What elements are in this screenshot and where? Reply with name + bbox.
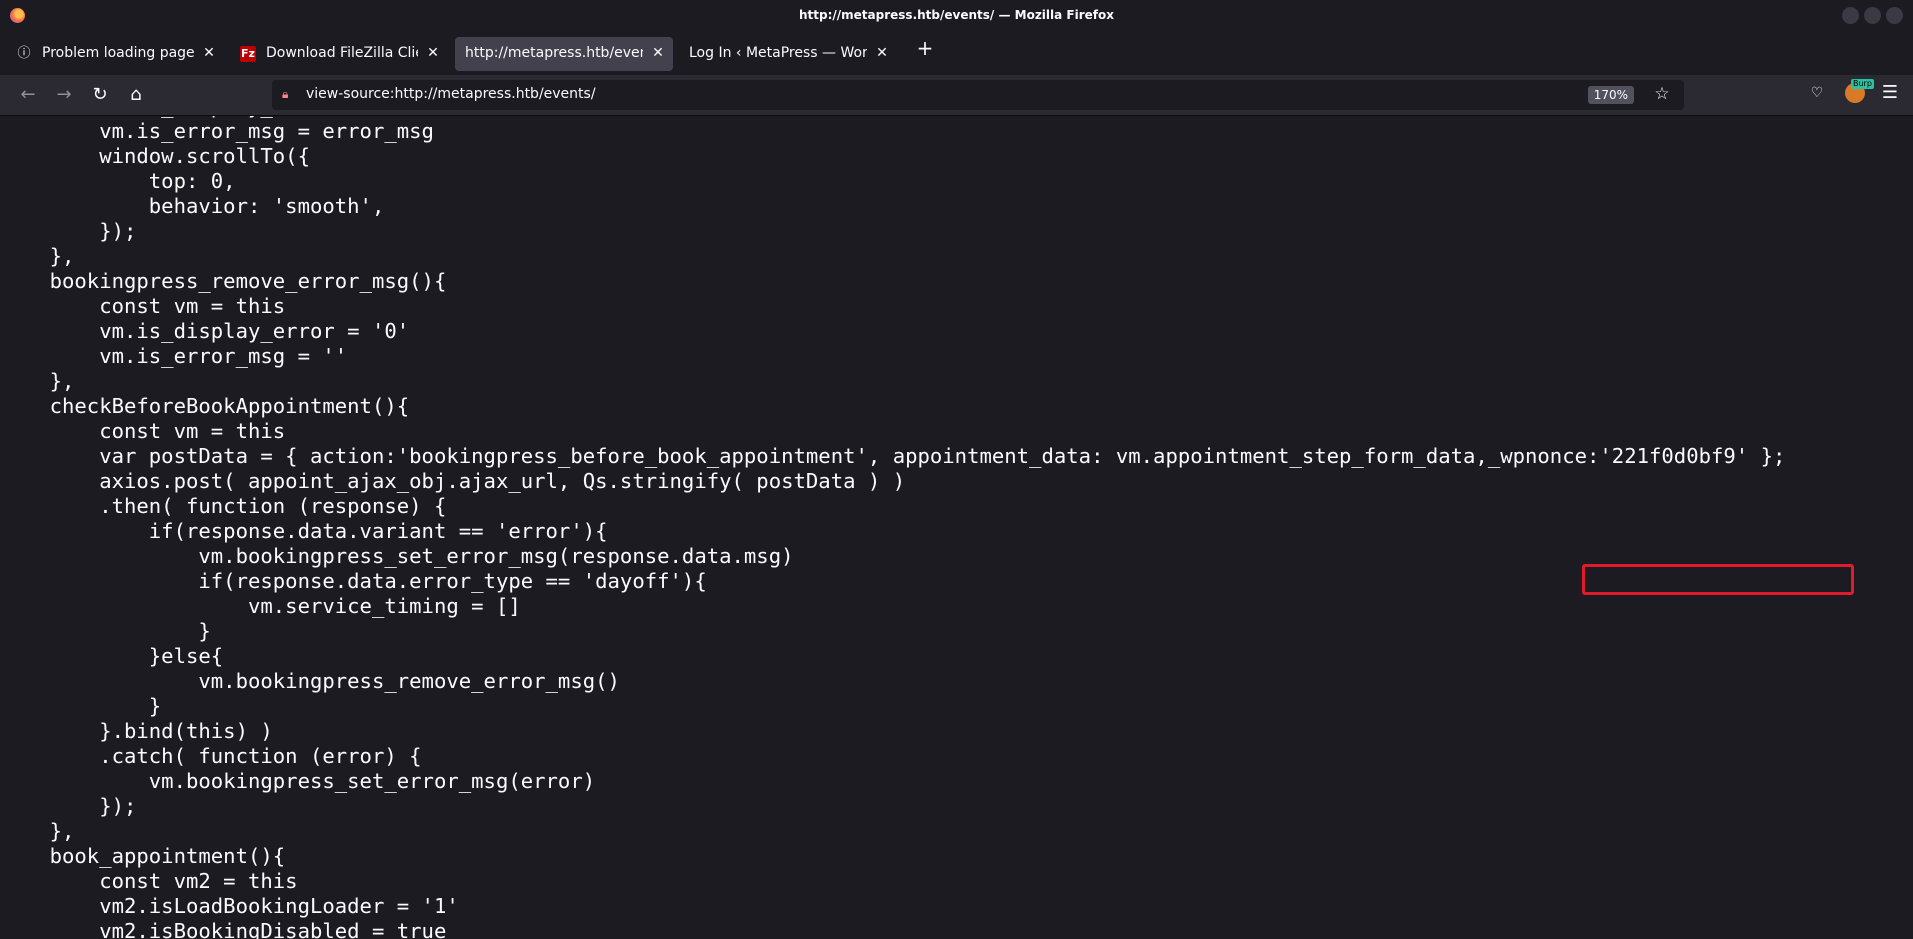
source-line: behavior: 'smooth',	[0, 194, 385, 218]
source-line: vm2.isBookingDisabled = true	[0, 919, 447, 939]
source-line: const vm = this	[0, 294, 286, 318]
source-line: });	[0, 219, 137, 243]
tab-problem-loading[interactable]: ⓘ Problem loading page ✕	[6, 37, 224, 71]
source-line: },	[0, 244, 75, 268]
tab-wordpress-login[interactable]: Log In ‹ MetaPress — WordPress ✕	[679, 37, 897, 71]
new-tab-button[interactable]: +	[913, 37, 937, 61]
window-titlebar: http://metapress.htb/events/ — Mozilla F…	[0, 0, 1913, 31]
source-line: vm.is_display_error = '0'	[0, 319, 410, 343]
close-icon[interactable]: ✕	[200, 44, 218, 62]
bookmark-star-icon[interactable]: ☆	[1652, 84, 1672, 104]
source-line: },	[0, 819, 75, 843]
close-icon[interactable]: ✕	[424, 44, 442, 62]
close-icon[interactable]: ✕	[649, 44, 667, 62]
view-source-content: vm.is_display_error = '1' vm.is_error_ms…	[0, 116, 1913, 939]
url-bar[interactable]: 🔒︎ view-source:http://metapress.htb/even…	[272, 80, 1684, 110]
source-line: const vm2 = this	[0, 869, 298, 893]
minimize-button[interactable]	[1842, 7, 1859, 24]
source-line: vm.bookingpress_set_error_msg(error)	[0, 769, 596, 793]
zoom-level-button[interactable]: 170%	[1587, 86, 1634, 104]
source-line: vm.is_error_msg = error_msg	[0, 119, 434, 143]
source-line: if(response.data.error_type == 'dayoff')…	[0, 569, 707, 593]
source-line: }else{	[0, 644, 224, 668]
source-line: book_appointment(){	[0, 844, 286, 868]
tab-label: Download FileZilla Client	[266, 45, 418, 61]
forward-button[interactable]: →	[52, 83, 76, 107]
source-line: vm.service_timing = []	[0, 594, 521, 618]
source-line: axios.post( appoint_ajax_obj.ajax_url, Q…	[0, 469, 906, 493]
reload-button[interactable]: ↻	[88, 83, 112, 107]
source-line: .then( function (response) {	[0, 494, 447, 518]
source-line: .catch( function (error) {	[0, 744, 422, 768]
source-line: vm.is_error_msg = ''	[0, 344, 348, 368]
source-line: }	[0, 619, 211, 643]
url-text[interactable]: view-source:http://metapress.htb/events/	[306, 86, 596, 102]
navigation-toolbar: ← → ↻ ⌂ 🔒︎ view-source:http://metapress.…	[0, 75, 1913, 116]
nonce-highlight-box	[1582, 564, 1854, 595]
burp-extension-icon[interactable]: Burp	[1845, 79, 1874, 103]
info-icon: ⓘ	[17, 46, 31, 61]
source-code-block: vm.is_display_error = '1' vm.is_error_ms…	[0, 116, 1786, 939]
filezilla-icon: Fz	[240, 46, 256, 62]
tab-strip: ⓘ Problem loading page ✕ Fz Download Fil…	[0, 31, 1913, 75]
source-line: bookingpress_remove_error_msg(){	[0, 269, 447, 293]
close-window-button[interactable]	[1886, 7, 1903, 24]
tab-events-active[interactable]: http://metapress.htb/events/ ✕	[455, 37, 673, 71]
hamburger-menu-icon[interactable]: ☰	[1880, 84, 1900, 102]
maximize-button[interactable]	[1864, 7, 1881, 24]
source-line: }.bind(this) )	[0, 719, 273, 743]
window-title: http://metapress.htb/events/ — Mozilla F…	[798, 8, 1114, 22]
source-line: vm.bookingpress_remove_error_msg()	[0, 669, 620, 693]
insecure-lock-icon[interactable]: 🔒︎	[282, 87, 296, 101]
source-line: window.scrollTo({	[0, 144, 310, 168]
pocket-icon[interactable]: ♡	[1808, 84, 1826, 102]
source-line: }	[0, 694, 162, 718]
source-line: });	[0, 794, 137, 818]
close-icon[interactable]: ✕	[873, 44, 891, 62]
tab-label: Log In ‹ MetaPress — WordPress	[689, 45, 867, 61]
source-line: top: 0,	[0, 169, 236, 193]
source-line: var postData = { action:'bookingpress_be…	[0, 444, 1786, 468]
source-line: },	[0, 369, 75, 393]
source-line: const vm = this	[0, 419, 286, 443]
extension-badge: Burp	[1851, 79, 1874, 89]
source-line: if(response.data.variant == 'error'){	[0, 519, 608, 543]
tab-filezilla[interactable]: Fz Download FileZilla Client ✕	[230, 37, 448, 71]
source-line: checkBeforeBookAppointment(){	[0, 394, 410, 418]
home-button[interactable]: ⌂	[124, 83, 148, 107]
source-line: vm.bookingpress_set_error_msg(response.d…	[0, 544, 794, 568]
back-button[interactable]: ←	[16, 83, 40, 107]
tab-label: Problem loading page	[42, 45, 194, 61]
tab-label: http://metapress.htb/events/	[465, 45, 643, 61]
source-line: vm2.isLoadBookingLoader = '1'	[0, 894, 459, 918]
